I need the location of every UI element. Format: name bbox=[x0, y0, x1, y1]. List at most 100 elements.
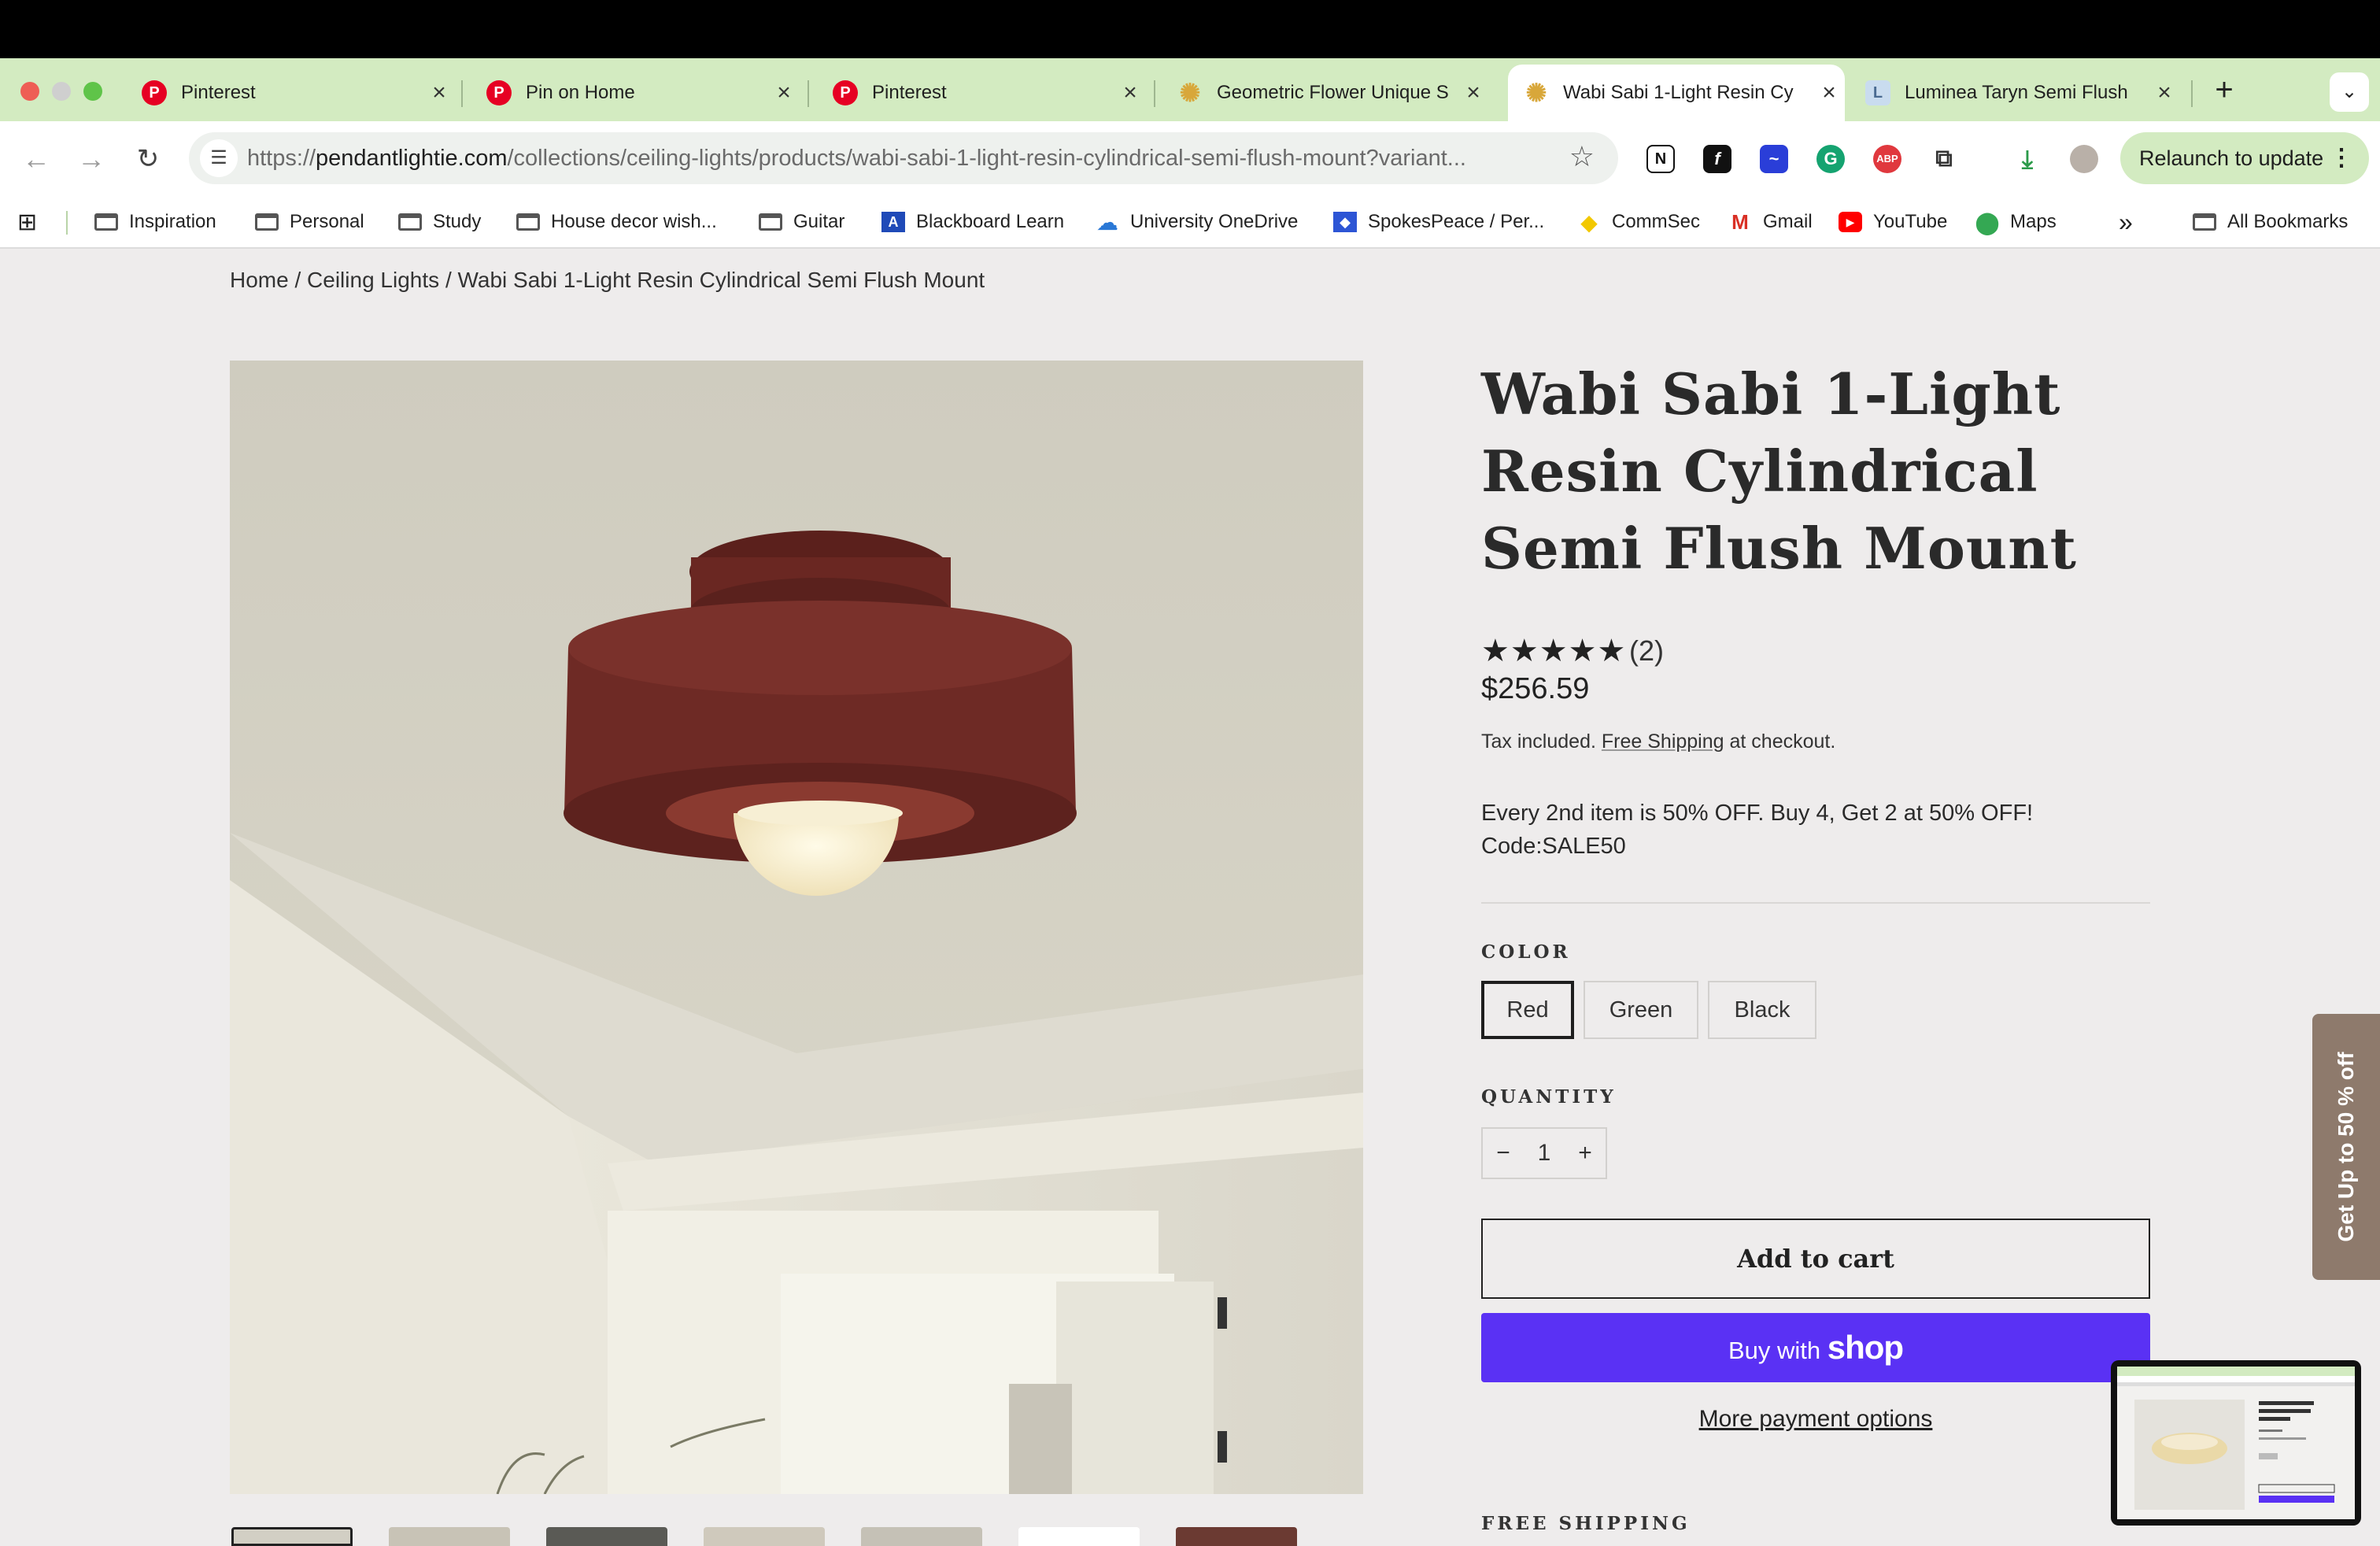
grammarly-icon[interactable]: G bbox=[1816, 145, 1845, 173]
site-info-icon[interactable]: ☰ bbox=[200, 139, 238, 177]
minimize-window-button[interactable] bbox=[52, 82, 71, 101]
all-bookmarks[interactable]: All Bookmarks bbox=[2193, 197, 2348, 247]
thumbnail-7[interactable] bbox=[1176, 1527, 1297, 1546]
maximize-window-button[interactable] bbox=[83, 82, 102, 101]
promo-line: Every 2nd item is 50% OFF. Buy 4, Get 2 … bbox=[1481, 801, 2034, 826]
free-shipping-accordion[interactable]: FREE SHIPPING bbox=[1481, 1513, 1691, 1534]
address-bar[interactable]: ☰ https://pendantlightie.com/collections… bbox=[189, 132, 1618, 184]
close-tab-icon[interactable]: × bbox=[1458, 80, 1489, 106]
close-tab-icon[interactable]: × bbox=[1114, 80, 1146, 106]
bookmark-personal[interactable]: Personal bbox=[255, 197, 364, 247]
bookmarks-overflow-icon[interactable]: » bbox=[2119, 197, 2133, 247]
profile-avatar[interactable] bbox=[2070, 145, 2098, 173]
extensions-puzzle-icon[interactable]: ⧉ bbox=[1930, 145, 1958, 173]
bookmark-label: Study bbox=[433, 211, 482, 232]
product-price: $256.59 bbox=[1481, 672, 1590, 705]
notion-icon[interactable]: N bbox=[1646, 145, 1675, 173]
tab-pinterest-2[interactable]: P Pinterest × bbox=[817, 65, 1146, 121]
thumbnail-5[interactable] bbox=[861, 1527, 982, 1546]
buy-with-shop-button[interactable]: Buy with shop bbox=[1481, 1313, 2150, 1382]
bookmark-commsec[interactable]: ◆ CommSec bbox=[1577, 197, 1700, 247]
rating-stars-icon[interactable]: ★★★★★ bbox=[1481, 633, 1626, 669]
breadcrumb-category-link[interactable]: Ceiling Lights bbox=[307, 268, 439, 292]
tab-wabi-sabi-active[interactable]: ✺ Wabi Sabi 1-Light Resin Cy × bbox=[1508, 65, 1845, 121]
tab-luminea-taryn[interactable]: L Luminea Taryn Semi Flush × bbox=[1850, 65, 2180, 121]
divider bbox=[1481, 902, 2150, 904]
bookmark-youtube[interactable]: ▶ YouTube bbox=[1839, 197, 1947, 247]
breadcrumb-home-link[interactable]: Home bbox=[230, 268, 289, 292]
tab-title: Wabi Sabi 1-Light Resin Cy bbox=[1563, 82, 1794, 103]
bookmark-maps[interactable]: ⬤ Maps bbox=[1975, 197, 2056, 247]
close-tab-icon[interactable]: × bbox=[1813, 80, 1845, 106]
back-button[interactable]: ← bbox=[17, 140, 55, 178]
discount-side-tab[interactable]: Get Up to 50 % off bbox=[2312, 1014, 2380, 1280]
sun-icon: ✺ bbox=[1179, 79, 1201, 107]
quantity-input[interactable]: 1 bbox=[1524, 1129, 1565, 1178]
thumbnail-4[interactable] bbox=[704, 1527, 825, 1546]
close-window-button[interactable] bbox=[20, 82, 39, 101]
color-option-green[interactable]: Green bbox=[1584, 981, 1698, 1039]
bookmark-house-decor[interactable]: House decor wish... bbox=[516, 197, 717, 247]
luminea-icon: L bbox=[1865, 80, 1890, 105]
youtube-icon: ▶ bbox=[1839, 212, 1862, 232]
bookmark-label: Blackboard Learn bbox=[916, 211, 1065, 232]
bookmark-study[interactable]: Study bbox=[398, 197, 481, 247]
quantity-stepper: − 1 + bbox=[1481, 1127, 1607, 1179]
tab-title: Pin on Home bbox=[526, 82, 635, 103]
review-count[interactable]: (2) bbox=[1629, 634, 1664, 668]
thumbnail-6[interactable] bbox=[1018, 1527, 1140, 1546]
tab-separator bbox=[808, 80, 809, 107]
tab-separator bbox=[1154, 80, 1155, 107]
folder-icon bbox=[255, 212, 279, 232]
folder-icon bbox=[516, 212, 540, 232]
quantity-decrease-button[interactable]: − bbox=[1483, 1129, 1524, 1178]
bookmark-label: Inspiration bbox=[129, 211, 216, 232]
close-tab-icon[interactable]: × bbox=[423, 80, 455, 106]
thumbnail-3[interactable] bbox=[546, 1527, 667, 1546]
bookmark-guitar[interactable]: Guitar bbox=[759, 197, 844, 247]
formula-icon[interactable]: f bbox=[1703, 145, 1731, 173]
pinterest-icon: P bbox=[142, 80, 167, 105]
waveform-extension-icon[interactable]: ~ bbox=[1760, 145, 1788, 173]
adblock-icon[interactable]: ABP bbox=[1873, 145, 1901, 173]
close-tab-icon[interactable]: × bbox=[2149, 80, 2180, 106]
bookmark-inspiration[interactable]: Inspiration bbox=[94, 197, 216, 247]
product-main-image[interactable] bbox=[230, 361, 1363, 1494]
pinterest-icon: P bbox=[833, 80, 858, 105]
relaunch-button[interactable]: Relaunch to update ⋮ bbox=[2120, 132, 2369, 184]
discount-side-tab-label: Get Up to 50 % off bbox=[2334, 1052, 2358, 1242]
apps-grid-icon[interactable]: ⊞ bbox=[17, 197, 37, 247]
reload-button[interactable]: ↻ bbox=[129, 140, 167, 178]
maps-icon: ⬤ bbox=[1975, 209, 2000, 235]
tab-pinterest-1[interactable]: P Pinterest × bbox=[126, 65, 455, 121]
color-option-black[interactable]: Black bbox=[1708, 981, 1816, 1039]
forward-button[interactable]: → bbox=[72, 140, 110, 178]
url-text[interactable]: https://pendantlightie.com/collections/c… bbox=[247, 132, 1538, 184]
more-payment-options-link[interactable]: More payment options bbox=[1481, 1406, 2150, 1433]
thumbnail-1[interactable] bbox=[231, 1527, 353, 1546]
bookmark-onedrive[interactable]: ☁ University OneDrive bbox=[1096, 197, 1298, 247]
bookmark-label: Gmail bbox=[1763, 211, 1813, 232]
quantity-increase-button[interactable]: + bbox=[1565, 1129, 1606, 1178]
new-tab-button[interactable]: + bbox=[2207, 74, 2241, 109]
color-option-red[interactable]: Red bbox=[1481, 981, 1574, 1039]
tab-geometric-flower[interactable]: ✺ Geometric Flower Unique S × bbox=[1162, 65, 1489, 121]
more-menu-icon[interactable]: ⋮ bbox=[2330, 132, 2353, 184]
tab-search-button[interactable]: ⌄ bbox=[2330, 72, 2369, 112]
tax-note: Tax included. Free Shipping at checkout. bbox=[1481, 730, 1835, 753]
thumbnail-2[interactable] bbox=[389, 1527, 510, 1546]
tab-pin-on-home[interactable]: P Pin on Home × bbox=[471, 65, 800, 121]
folder-icon bbox=[759, 212, 782, 232]
product-title: Wabi Sabi 1-Light Resin Cylindrical Semi… bbox=[1481, 361, 2077, 582]
free-shipping-link[interactable]: Free Shipping bbox=[1602, 730, 1724, 753]
add-to-cart-button[interactable]: Add to cart bbox=[1481, 1219, 2150, 1299]
screenshot-preview-thumbnail[interactable] bbox=[2111, 1360, 2361, 1526]
blackboard-icon: A bbox=[881, 212, 905, 232]
bookmark-star-icon[interactable]: ☆ bbox=[1569, 140, 1595, 173]
close-tab-icon[interactable]: × bbox=[768, 80, 800, 106]
bookmark-blackboard[interactable]: A Blackboard Learn bbox=[881, 197, 1064, 247]
bookmark-gmail[interactable]: M Gmail bbox=[1728, 197, 1813, 247]
tax-suffix: at checkout. bbox=[1729, 730, 1836, 753]
bookmark-spokespeace[interactable]: ◆ SpokesPeace / Per... bbox=[1333, 197, 1544, 247]
download-icon[interactable]: ⤓ bbox=[2013, 145, 2042, 173]
